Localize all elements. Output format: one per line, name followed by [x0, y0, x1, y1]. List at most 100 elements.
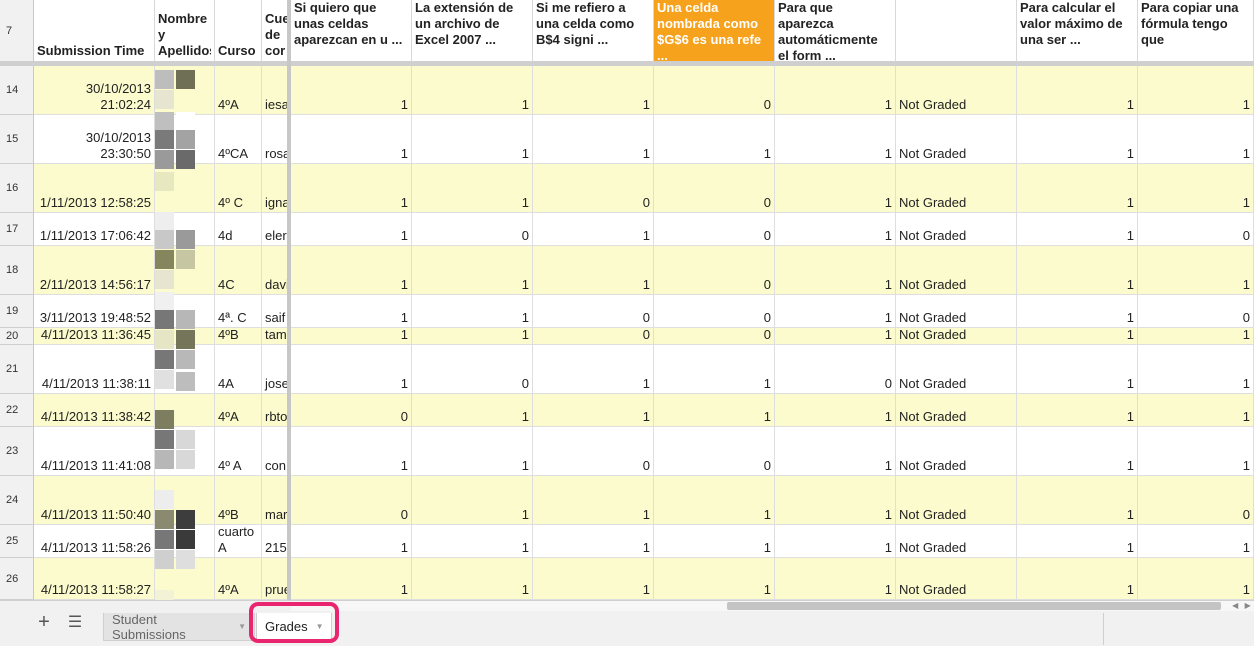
table-cell[interactable]: 1	[1138, 427, 1254, 476]
table-cell[interactable]: 1	[775, 525, 896, 558]
chevron-down-icon[interactable]: ▼	[238, 622, 246, 631]
table-cell[interactable]: 4/11/2013 11:58:26	[34, 525, 155, 558]
header-col-grade-status[interactable]	[896, 0, 1017, 62]
row-number[interactable]: 18	[0, 246, 34, 295]
table-cell[interactable]: 1	[1017, 328, 1138, 345]
table-cell[interactable]: 4d	[215, 213, 262, 246]
table-cell[interactable]: 1	[1017, 558, 1138, 600]
table-cell[interactable]: 1	[654, 558, 775, 600]
table-cell[interactable]: 1	[775, 115, 896, 164]
plus-icon[interactable]: +	[34, 611, 54, 633]
table-cell[interactable]: 0	[654, 164, 775, 213]
table-cell[interactable]: 4ºB	[215, 476, 262, 525]
table-cell[interactable]: 1	[412, 295, 533, 328]
table-cell[interactable]: 1	[775, 427, 896, 476]
frozen-column-divider[interactable]	[287, 0, 291, 600]
table-cell[interactable]: 1	[1017, 394, 1138, 427]
table-cell[interactable]: 0	[654, 427, 775, 476]
table-cell[interactable]: 4/11/2013 11:38:42	[34, 394, 155, 427]
header-col-q2[interactable]: La extensión de un archivo de Excel 2007…	[412, 0, 533, 62]
table-cell[interactable]: 0	[412, 213, 533, 246]
table-cell[interactable]: 0	[533, 164, 654, 213]
table-cell[interactable]: Not Graded	[896, 394, 1017, 427]
table-cell[interactable]: 1	[533, 525, 654, 558]
table-cell[interactable]: 1	[533, 213, 654, 246]
table-cell[interactable]: Not Graded	[896, 164, 1017, 213]
table-cell[interactable]: 1/11/2013 12:58:25	[34, 164, 155, 213]
table-cell[interactable]: 1	[1017, 295, 1138, 328]
table-cell[interactable]: 0	[291, 394, 412, 427]
menu-icon[interactable]: ☰	[66, 611, 84, 633]
table-cell[interactable]: 1	[291, 295, 412, 328]
spreadsheet-grid[interactable]: 7 Submission Time Nombre y Apellidos Curso…	[0, 0, 1254, 600]
row-number[interactable]: 15	[0, 115, 34, 164]
table-cell[interactable]: 1	[1138, 66, 1254, 115]
table-cell[interactable]: 1/11/2013 17:06:42	[34, 213, 155, 246]
table-cell[interactable]: 4/11/2013 11:38:11	[34, 345, 155, 394]
chevron-right-icon[interactable]: ▶	[1245, 601, 1251, 611]
table-cell[interactable]: 1	[1138, 115, 1254, 164]
table-cell[interactable]: 1	[412, 427, 533, 476]
table-cell[interactable]: 4/11/2013 11:41:08	[34, 427, 155, 476]
row-number[interactable]: 16	[0, 164, 34, 213]
table-cell[interactable]: 1	[412, 328, 533, 345]
table-cell[interactable]: 1	[291, 427, 412, 476]
table-cell[interactable]: 1	[412, 115, 533, 164]
table-cell[interactable]: 0	[1138, 476, 1254, 525]
chevron-left-icon[interactable]: ◀	[1232, 601, 1238, 611]
table-cell[interactable]: 1	[533, 345, 654, 394]
table-cell[interactable]: 3/11/2013 19:48:52	[34, 295, 155, 328]
table-cell[interactable]: 1	[291, 246, 412, 295]
table-cell[interactable]: 0	[654, 246, 775, 295]
table-cell[interactable]: 1	[1138, 164, 1254, 213]
scroll-arrows[interactable]: ◀ ▶	[1229, 601, 1254, 611]
table-cell[interactable]: 1	[412, 164, 533, 213]
table-cell[interactable]: 1	[1017, 345, 1138, 394]
table-cell[interactable]: 1	[412, 476, 533, 525]
table-cell[interactable]: 4/11/2013 11:58:27	[34, 558, 155, 600]
table-cell[interactable]: 4ºB	[215, 328, 262, 345]
table-cell[interactable]: 1	[1017, 164, 1138, 213]
header-col-submission-time[interactable]: Submission Time	[34, 0, 155, 62]
table-cell[interactable]: 0	[654, 328, 775, 345]
table-cell[interactable]: 30/10/2013 23:30:50	[34, 115, 155, 164]
table-cell[interactable]: 4º A	[215, 427, 262, 476]
header-col-curso[interactable]: Curso	[215, 0, 262, 62]
table-cell[interactable]: 1	[291, 345, 412, 394]
table-cell[interactable]: 1	[533, 558, 654, 600]
table-cell[interactable]: 4A	[215, 345, 262, 394]
header-col-nombre[interactable]: Nombre y Apellidos	[155, 0, 215, 62]
table-cell[interactable]: 1	[533, 66, 654, 115]
table-cell[interactable]: 1	[1017, 476, 1138, 525]
table-cell[interactable]: 1	[1138, 328, 1254, 345]
table-cell[interactable]: 1	[291, 558, 412, 600]
row-number-header[interactable]: 7	[0, 0, 34, 62]
table-cell[interactable]: 1	[1138, 525, 1254, 558]
table-cell[interactable]: Not Graded	[896, 213, 1017, 246]
table-cell[interactable]: 1	[654, 394, 775, 427]
row-number[interactable]: 23	[0, 427, 34, 476]
table-cell[interactable]: 0	[533, 328, 654, 345]
table-cell[interactable]: 0	[654, 295, 775, 328]
row-number[interactable]: 22	[0, 394, 34, 427]
table-cell[interactable]: 0	[654, 66, 775, 115]
table-cell[interactable]: 1	[1017, 246, 1138, 295]
tab-student-submissions[interactable]: Student Submissions ▼	[103, 612, 255, 642]
table-cell[interactable]: 1	[412, 558, 533, 600]
table-cell[interactable]: 1	[291, 525, 412, 558]
table-cell[interactable]: 4º C	[215, 164, 262, 213]
row-number[interactable]: 25	[0, 525, 34, 558]
table-cell[interactable]: 1	[775, 213, 896, 246]
table-cell[interactable]: 1	[775, 558, 896, 600]
table-cell[interactable]: 1	[291, 213, 412, 246]
row-number[interactable]: 24	[0, 476, 34, 525]
table-cell[interactable]: 1	[291, 66, 412, 115]
table-cell[interactable]: 1	[533, 476, 654, 525]
table-cell[interactable]: Not Graded	[896, 328, 1017, 345]
table-cell[interactable]: 1	[775, 246, 896, 295]
table-cell[interactable]: Not Graded	[896, 115, 1017, 164]
scrollbar-thumb[interactable]	[727, 602, 1221, 610]
table-cell[interactable]: 2/11/2013 14:56:17	[34, 246, 155, 295]
table-cell[interactable]: 1	[775, 66, 896, 115]
table-cell[interactable]: 1	[1138, 246, 1254, 295]
